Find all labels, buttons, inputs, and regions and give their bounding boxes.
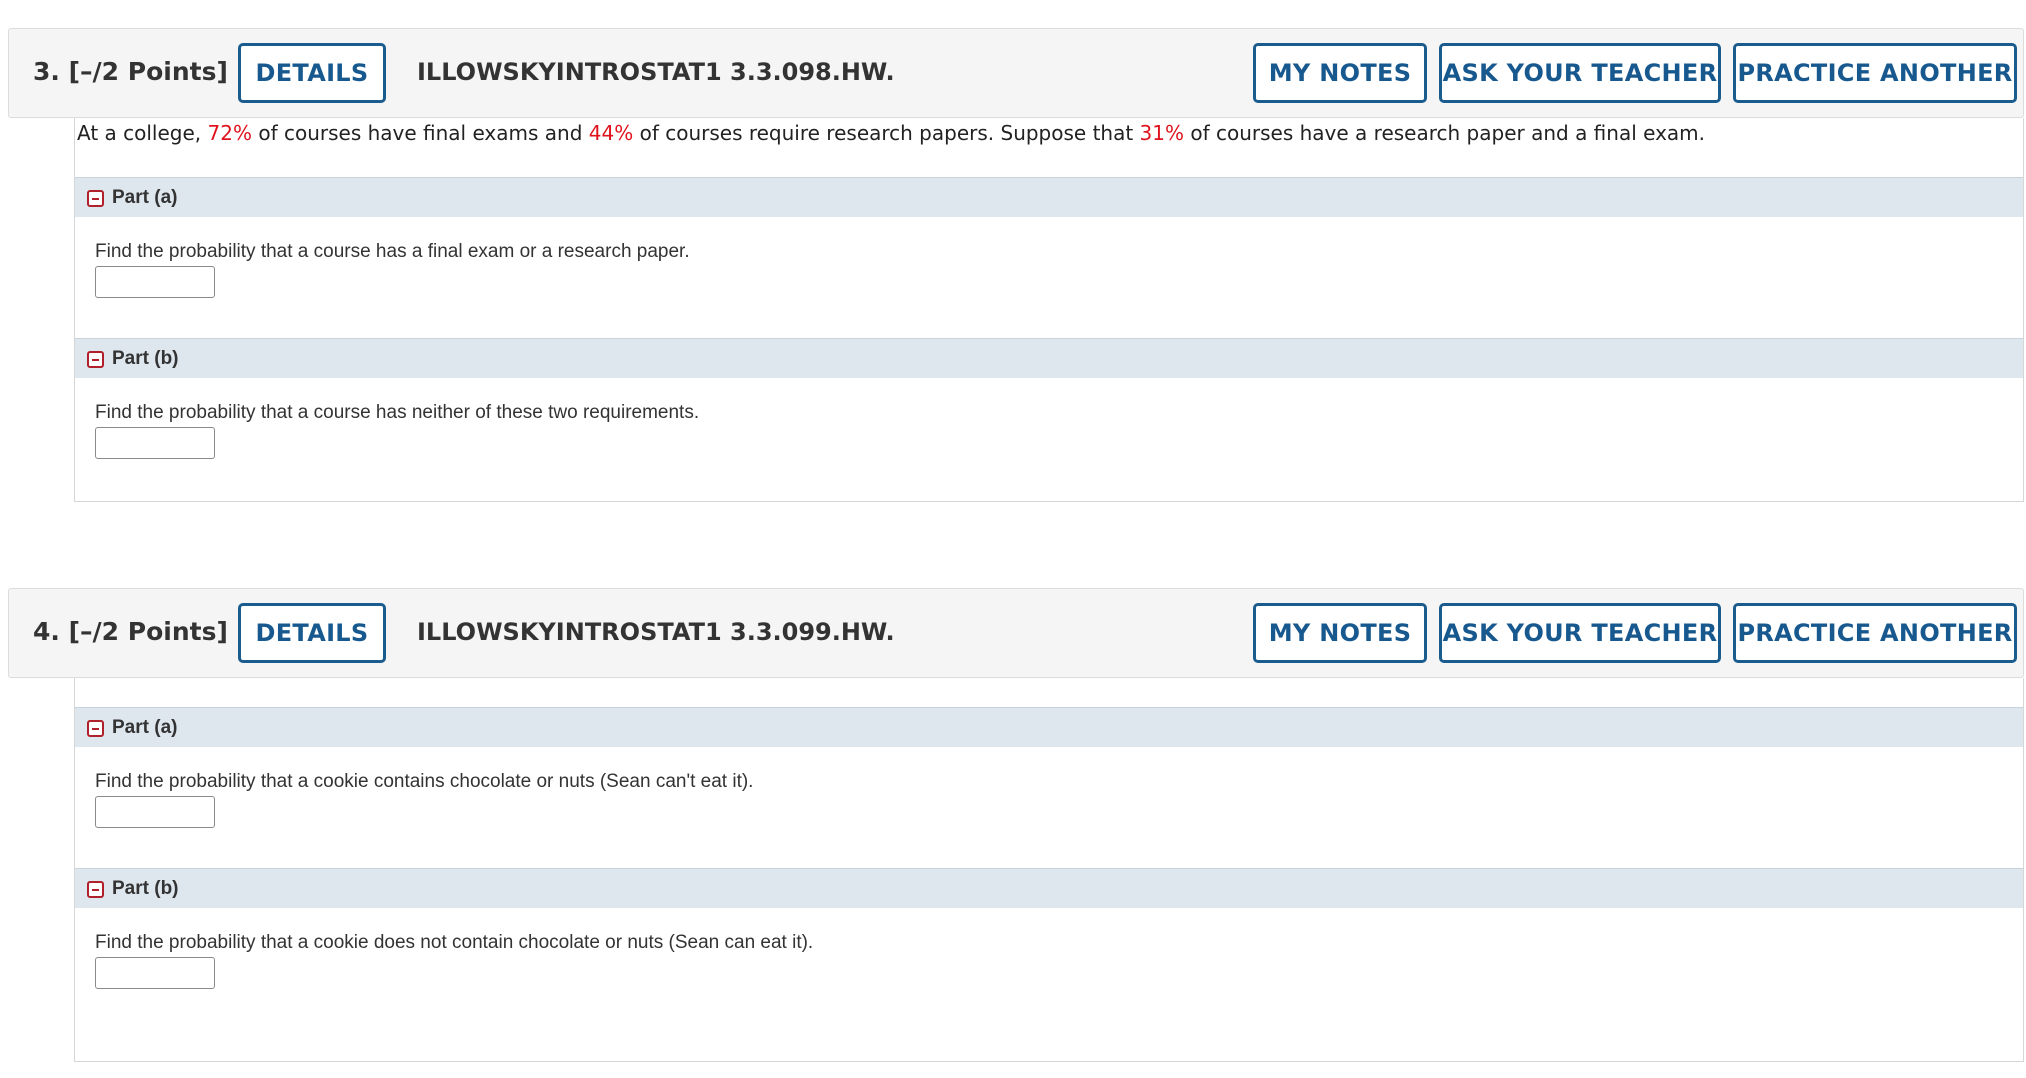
- part-b-header[interactable]: Part (b): [75, 338, 2023, 378]
- part-b-prompt: Find the probability that a course has n…: [95, 402, 700, 423]
- intro-value: 31%: [1139, 121, 1184, 145]
- my-notes-button[interactable]: MY NOTES: [1253, 603, 1427, 663]
- practice-another-button[interactable]: PRACTICE ANOTHER: [1733, 43, 2017, 103]
- ask-your-teacher-button[interactable]: ASK YOUR TEACHER: [1439, 603, 1721, 663]
- question-code: ILLOWSKYINTROSTAT1 3.3.099.HW.: [417, 618, 895, 646]
- collapse-minus-icon[interactable]: [87, 351, 104, 368]
- part-a-prompt: Find the probability that a cookie conta…: [95, 771, 754, 792]
- part-label: Part (a): [112, 187, 178, 208]
- details-button[interactable]: DETAILS: [238, 43, 386, 103]
- intro-text: of courses have a research paper and a f…: [1184, 121, 1706, 145]
- my-notes-button[interactable]: MY NOTES: [1253, 43, 1427, 103]
- intro-text: of courses have final exams and: [251, 121, 589, 145]
- question-header: 3. [–/2 Points] DETAILS ILLOWSKYINTROSTA…: [8, 28, 2024, 118]
- part-label: Part (b): [112, 348, 179, 369]
- intro-text: At a college,: [77, 121, 208, 145]
- part-a-answer-input[interactable]: [95, 796, 215, 828]
- collapse-minus-icon[interactable]: [87, 190, 104, 207]
- part-label: Part (a): [112, 717, 178, 738]
- ask-your-teacher-button[interactable]: ASK YOUR TEACHER: [1439, 43, 1721, 103]
- question-code: ILLOWSKYINTROSTAT1 3.3.098.HW.: [417, 58, 895, 86]
- question-body: Part (a) Find the probability that a coo…: [74, 678, 2024, 1062]
- question-number-points: 4. [–/2 Points]: [33, 617, 228, 646]
- details-button[interactable]: DETAILS: [238, 603, 386, 663]
- intro-value: 44%: [588, 121, 634, 145]
- part-b-prompt: Find the probability that a cookie does …: [95, 932, 814, 953]
- part-b-header[interactable]: Part (b): [75, 868, 2023, 908]
- question-header: 4. [–/2 Points] DETAILS ILLOWSKYINTROSTA…: [8, 588, 2024, 678]
- part-a-header[interactable]: Part (a): [75, 707, 2023, 747]
- part-b-answer-input[interactable]: [95, 427, 215, 459]
- question-number-points: 3. [–/2 Points]: [33, 57, 228, 86]
- part-a-prompt: Find the probability that a course has a…: [95, 241, 690, 262]
- intro-value: 72%: [207, 121, 252, 145]
- part-label: Part (b): [112, 878, 179, 899]
- collapse-minus-icon[interactable]: [87, 881, 104, 898]
- intro-text: of courses require research papers. Supp…: [633, 121, 1140, 145]
- collapse-minus-icon[interactable]: [87, 720, 104, 737]
- practice-another-button[interactable]: PRACTICE ANOTHER: [1733, 603, 2017, 663]
- question-body: At a college, 72% of courses have final …: [74, 118, 2024, 502]
- part-a-answer-input[interactable]: [95, 266, 215, 298]
- question-intro: At a college, 72% of courses have final …: [77, 121, 1705, 145]
- part-a-header[interactable]: Part (a): [75, 177, 2023, 217]
- part-b-answer-input[interactable]: [95, 957, 215, 989]
